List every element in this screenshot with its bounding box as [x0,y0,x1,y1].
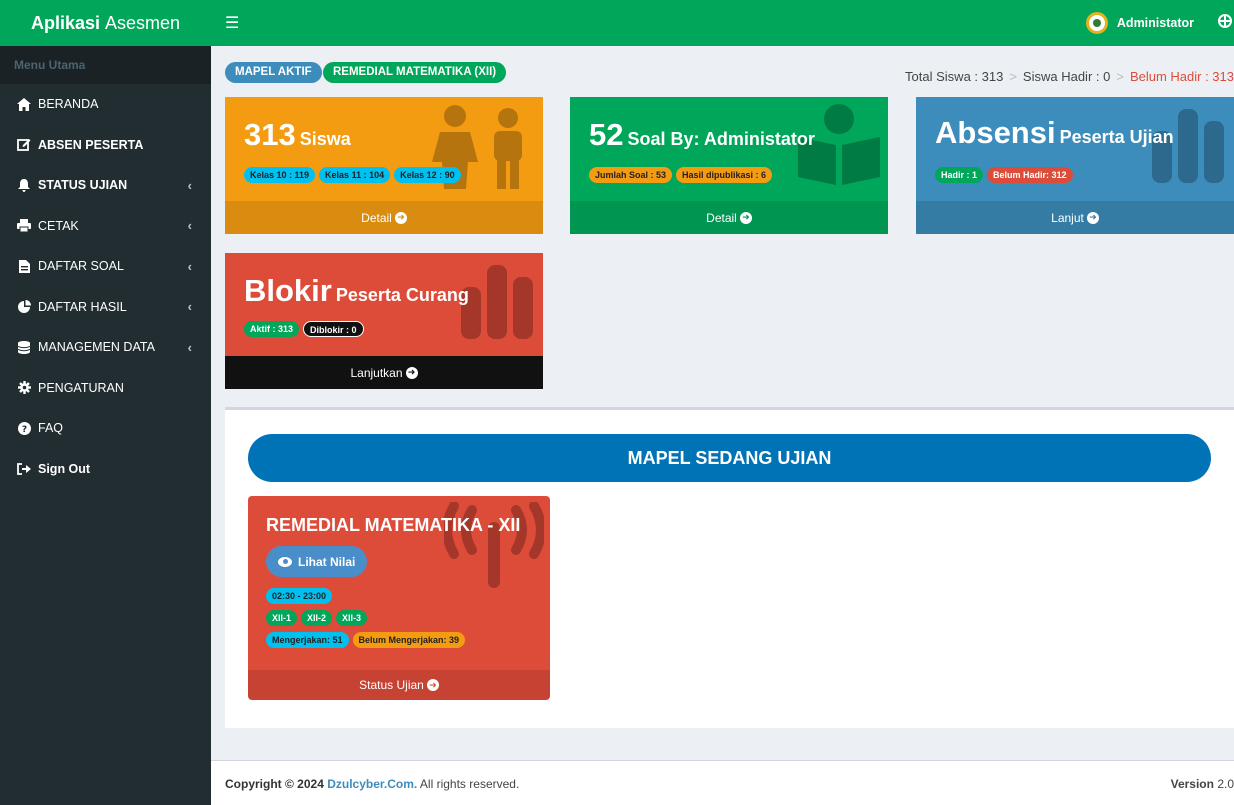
badge-kelas-11: Kelas 11 : 104 [319,167,391,183]
arrow-circle-right-icon: ➜ [739,211,752,224]
version: Version 2.0 [1170,777,1234,791]
class-badge: XII-3 [336,610,368,626]
sidebar-item-status-ujian[interactable]: STATUS UJIAN ‹ [0,165,211,206]
exam-time-badge: 02:30 - 23:00 [266,588,333,604]
attendance-stats: Total Siswa : 313 > Siswa Hadir : 0 > Belum … [905,69,1234,84]
badge-kelas-12: Kelas 12 : 90 [394,167,461,183]
menu-header: Menu Utama [0,46,211,84]
arrow-circle-right-icon: ➜ [426,679,439,691]
arrow-circle-right-icon: ➜ [394,211,407,224]
question-icon: ? [16,421,32,435]
sidebar-item-pengaturan[interactable]: PENGATURAN [0,368,211,409]
chevron-left-icon: ‹ [187,218,192,234]
exam-time-row: 02:30 - 23:00 [266,588,333,604]
badge-jumlah-soal: Jumlah Soal : 53 [589,167,673,183]
badge-aktif: Aktif : 313 [244,321,300,337]
absensi-lanjut-link[interactable]: Lanjut ➜ [916,201,1234,234]
sidebar-item-daftar-soal[interactable]: DAFTAR SOAL ‹ [0,246,211,287]
absensi-box: Absensi Peserta Ujian Hadir : 1 Belum Had… [916,97,1234,234]
brand-bold: Aplikasi [30,12,100,33]
lihat-nilai-button[interactable]: Lihat Nilai [266,546,368,577]
belum-hadir: Belum Hadir : 313 [1129,69,1234,84]
app-brand[interactable]: Aplikasi Asesmen [0,0,211,46]
absensi-badges: Hadir : 1 Belum Hadir: 312 [935,167,1073,183]
soal-badges: Jumlah Soal : 53 Hasil dipublikasi : 6 [589,167,773,183]
chevron-left-icon: ‹ [187,339,192,355]
user-name: Administator [1116,16,1194,30]
soal-count: 52 Soal By: Administator [589,117,815,152]
gear-icon [16,381,32,395]
blokir-title: Blokir Peserta Curang [244,273,469,308]
exam-progress-row: Mengerjakan: 51 Belum Mengerjakan: 39 [266,632,466,648]
sign-out-icon [16,462,32,475]
site-link[interactable]: Dzulcyber.Com. [327,777,417,791]
belum-mengerjakan-badge: Belum Mengerjakan: 39 [352,632,466,648]
badge-hasil-dipublikasi: Hasil dipublikasi : 6 [676,167,773,183]
file-icon [16,259,32,273]
badge-kelas-10: Kelas 10 : 119 [244,167,316,183]
soal-box: 52 Soal By: Administator Jumlah Soal : 53… [570,97,888,234]
sidebar-item-daftar-hasil[interactable]: DAFTAR HASIL ‹ [0,287,211,328]
exam-card: REMEDIAL MATEMATIKA - XII Lihat Nilai 02… [248,496,550,700]
print-icon [16,219,32,233]
topbar: ☰ Administator [211,0,1234,46]
sidebar-item-beranda[interactable]: BERANDA [0,84,211,125]
arrow-circle-right-icon: ➜ [1086,211,1099,224]
status-ujian-link[interactable]: Status Ujian ➜ [248,670,550,700]
siswa-box: 313 Siswa Kelas 10 : 119 Kelas 11 : 104 K… [225,97,543,234]
pie-chart-icon [16,300,32,314]
sidebar-item-sign-out[interactable]: Sign Out [0,449,211,490]
total-siswa: Total Siswa : 313 [905,69,1004,84]
database-icon [16,340,32,354]
badge-hadir: Hadir : 1 [935,167,984,183]
chevron-left-icon: ‹ [187,258,192,274]
sidebar-item-faq[interactable]: ? FAQ [0,408,211,449]
svg-text:?: ? [21,425,26,435]
brand-rest: Asesmen [104,12,181,33]
blokir-lanjutkan-link[interactable]: Lanjutkan ➜ [225,356,543,389]
edit-icon [16,138,32,152]
chevron-left-icon: ‹ [187,177,192,193]
sidebar-item-cetak[interactable]: CETAK ‹ [0,206,211,247]
mapel-panel: MAPEL SEDANG UJIAN REMEDIAL MATEMATIKA -… [225,407,1234,728]
badge-belum-hadir: Belum Hadir: 312 [987,167,1073,183]
absensi-title: Absensi Peserta Ujian [935,115,1174,150]
mapel-sedang-ujian-banner: MAPEL SEDANG UJIAN [248,434,1211,482]
blokir-badges: Aktif : 313 Diblokir : 0 [244,321,364,337]
siswa-detail-link[interactable]: Detail ➜ [225,201,543,234]
active-subject-label: REMEDIAL MATEMATIKA (XII) [323,62,507,83]
soal-detail-link[interactable]: Detail ➜ [570,201,888,234]
arrow-circle-right-icon: ➜ [405,366,418,379]
hamburger-menu-icon[interactable]: ☰ [225,13,239,33]
bell-icon [16,178,32,192]
copyright: Copyright © 2024 Dzulcyber.Com. All righ… [225,777,520,791]
class-badge: XII-1 [266,610,298,626]
mengerjakan-badge: Mengerjakan: 51 [266,632,349,648]
siswa-hadir: Siswa Hadir : 0 [1022,69,1111,84]
sidebar-item-absen-peserta[interactable]: ABSEN PESERTA [0,125,211,166]
chevron-left-icon: ‹ [187,299,192,315]
user-menu[interactable]: Administator [1085,12,1194,34]
siswa-count: 313 Siswa [244,117,351,152]
blokir-box: Blokir Peserta Curang Aktif : 313 Dibloki… [225,253,543,389]
globe-icon[interactable] [1218,14,1232,28]
page-footer: Copyright © 2024 Dzulcyber.Com. All righ… [211,760,1234,805]
class-badge: XII-2 [301,610,333,626]
badge-diblokir: Diblokir : 0 [303,321,364,337]
eye-icon [278,556,292,567]
kelas-badges: Kelas 10 : 119 Kelas 11 : 104 Kelas 12 :… [244,167,461,183]
home-icon [16,97,32,111]
sidebar-item-managemen-data[interactable]: MANAGEMEN DATA ‹ [0,327,211,368]
exam-classes-row: XII-1 XII-2 XII-3 [266,610,368,626]
bar-chart-icon [461,265,533,339]
avatar [1085,12,1108,34]
sidebar: Aplikasi Asesmen Menu Utama BERANDA ABSE… [0,0,211,805]
exam-title: REMEDIAL MATEMATIKA - XII [266,515,521,535]
mapel-aktif-label: MAPEL AKTIF [225,62,322,83]
